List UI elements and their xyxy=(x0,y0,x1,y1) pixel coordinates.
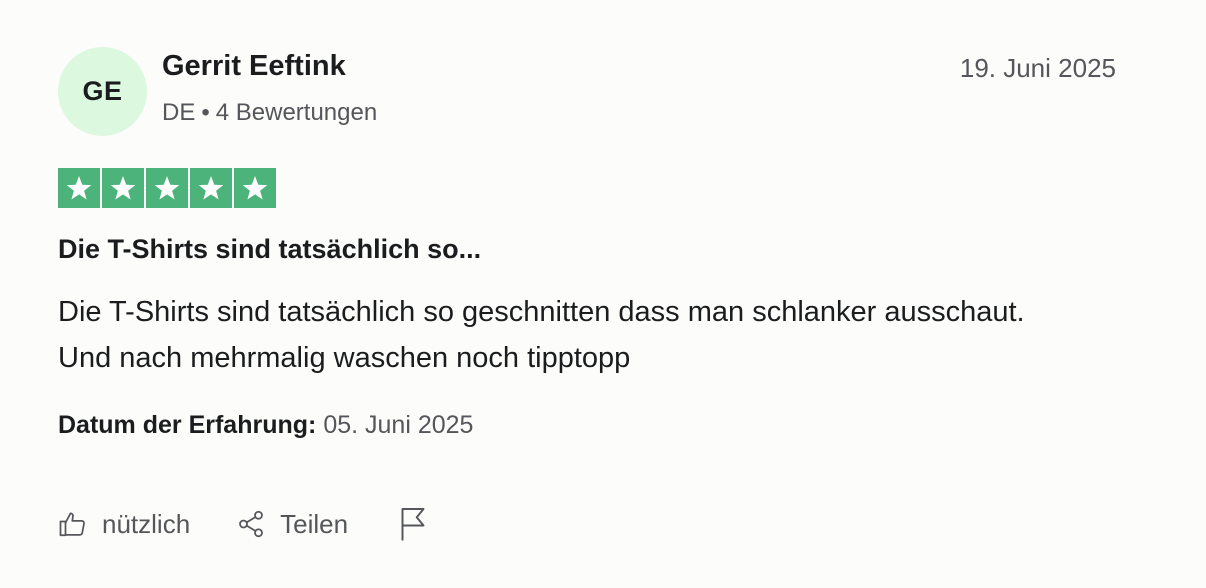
review-date: 19. Juni 2025 xyxy=(959,53,1116,83)
avatar[interactable]: GE xyxy=(58,47,147,136)
reviewer-review-count[interactable]: 4 Bewertungen xyxy=(216,99,377,126)
star-icon xyxy=(102,168,144,208)
report-button[interactable] xyxy=(398,506,428,542)
share-icon xyxy=(236,509,266,539)
reviewer-meta: DE • 4 Bewertungen xyxy=(162,99,377,127)
experience-date-value: 05. Juni 2025 xyxy=(323,411,474,439)
flag-icon xyxy=(398,506,428,542)
share-label: Teilen xyxy=(280,508,349,539)
star-icon xyxy=(146,168,188,208)
useful-button[interactable]: nützlich xyxy=(58,509,190,540)
reviewer-name[interactable]: Gerrit Eeftink xyxy=(162,50,346,83)
review-card: GE Gerrit Eeftink DE • 4 Bewertungen 19. J… xyxy=(0,0,1206,588)
share-button[interactable]: Teilen xyxy=(236,509,348,540)
thumbs-up-icon xyxy=(58,509,88,539)
review-title[interactable]: Die T-Shirts sind tatsächlich so... xyxy=(58,234,481,265)
meta-separator: • xyxy=(201,99,210,126)
review-body: Die T-Shirts sind tatsächlich so geschni… xyxy=(58,296,1025,374)
star-rating xyxy=(58,168,276,208)
star-icon xyxy=(190,168,232,208)
useful-label: nützlich xyxy=(102,508,191,539)
experience-date: Datum der Erfahrung: 05. Juni 2025 xyxy=(58,411,473,440)
reviewer-country: DE xyxy=(162,99,196,126)
star-icon xyxy=(234,168,276,208)
experience-date-label: Datum der Erfahrung: xyxy=(58,411,317,439)
review-actions: nützlich Teilen xyxy=(58,506,428,542)
star-icon xyxy=(58,168,100,208)
